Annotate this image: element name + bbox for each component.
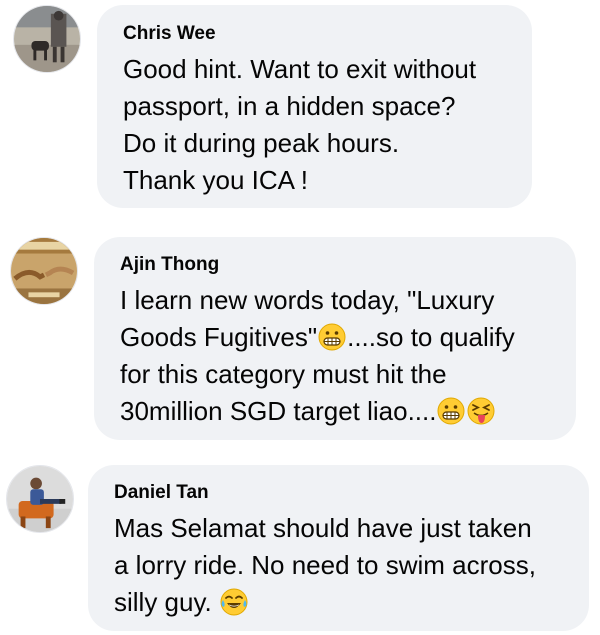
comment-text-segment: silly guy. (114, 587, 219, 617)
comment-line: Do it during peak hours. (123, 128, 400, 158)
comment-line: Thank you ICA ! (123, 165, 308, 195)
comment-line: Mas Selamat should have just taken (114, 513, 532, 543)
profile-photo-icon (7, 466, 73, 532)
avatar-ajin-thong[interactable] (10, 237, 78, 305)
comment-bubble: Chris Wee Good hint. Want to exit withou… (97, 5, 532, 208)
comment-text: Mas Selamat should have just taken a lor… (114, 510, 589, 621)
comment-line: 30million SGD target liao.... (120, 393, 576, 430)
comment-bubble: Daniel Tan Mas Selamat should have just … (88, 465, 589, 631)
comment-line: passport, in a hidden space? (123, 91, 456, 121)
comment-bubble: Ajin Thong I learn new words today, "Lux… (94, 237, 576, 440)
comment-line: a lorry ride. No need to swim across, (114, 550, 536, 580)
comment-text-segment: ....so to qualify (347, 322, 515, 352)
profile-photo-icon (14, 6, 80, 72)
profile-photo-icon (11, 238, 77, 304)
comment-line: for this category must hit the (120, 359, 447, 389)
tears-of-joy-emoji (220, 588, 248, 616)
squinting-face-with-tongue-emoji (467, 397, 495, 425)
comment-line: silly guy. (114, 584, 589, 621)
grimacing-face-emoji (318, 323, 346, 351)
avatar-chris-wee[interactable] (13, 5, 81, 73)
comment-line: Goods Fugitives" ....so to qualify (120, 319, 576, 356)
comment-text-segment: 30million SGD target liao.... (120, 396, 437, 426)
avatar-daniel-tan[interactable] (6, 465, 74, 533)
comment-author[interactable]: Daniel Tan (114, 482, 589, 504)
comment-text: Good hint. Want to exit without passport… (123, 51, 532, 199)
comment-text: I learn new words today, "Luxury Goods F… (120, 282, 576, 430)
comment-author[interactable]: Ajin Thong (120, 254, 576, 276)
comment-text-segment: Goods Fugitives" (120, 322, 318, 352)
grimacing-face-emoji (437, 397, 465, 425)
comment-line: I learn new words today, "Luxury (120, 285, 495, 315)
comment-line: Good hint. Want to exit without (123, 54, 477, 84)
comment-author[interactable]: Chris Wee (123, 23, 532, 45)
